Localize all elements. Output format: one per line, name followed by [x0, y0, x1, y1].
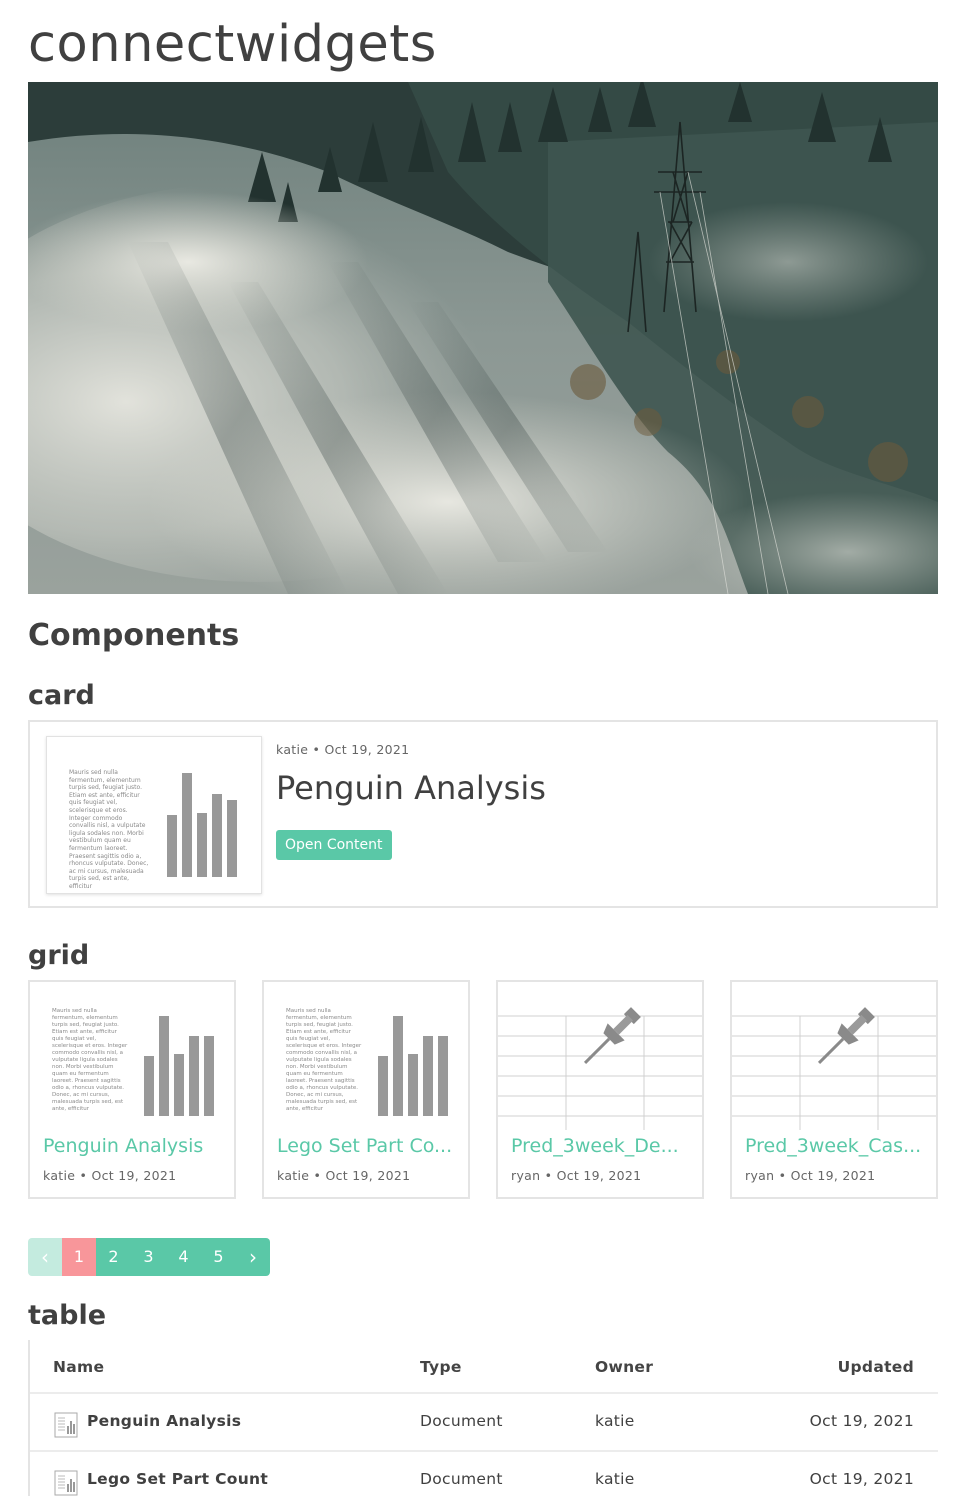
row-updated: Oct 19, 2021	[809, 1470, 914, 1488]
open-content-button[interactable]: Open Content	[276, 830, 392, 860]
column-header-updated[interactable]: Updated	[838, 1340, 914, 1394]
site-title: connectwidgets	[28, 15, 437, 74]
thumbnail-text: Mauris sed nulla fermentum, elementum tu…	[286, 1008, 362, 1112]
pagination: ‹ 1 2 3 4 5 ›	[28, 1238, 270, 1276]
grid-item-title[interactable]: Lego Set Part Co...	[277, 1135, 461, 1157]
grid-item-title[interactable]: Pred_3week_Cas...	[745, 1135, 929, 1157]
table-section-heading: table	[28, 1300, 107, 1331]
pagination-page-3[interactable]: 3	[131, 1238, 166, 1276]
grid-thumbnail: Mauris sed nulla fermentum, elementum tu…	[264, 982, 468, 1130]
pagination-prev-button[interactable]: ‹	[28, 1238, 62, 1276]
bar-chart-icon	[378, 1016, 448, 1116]
components-heading: Components	[28, 618, 240, 653]
content-card: Mauris sed nulla fermentum, elementum tu…	[28, 720, 938, 908]
grid-item-date: Oct 19, 2021	[325, 1168, 411, 1183]
pagination-page-1[interactable]: 1	[62, 1238, 96, 1276]
document-icon	[54, 1412, 78, 1438]
misty-forest-image	[28, 82, 938, 594]
card-thumbnail: Mauris sed nulla fermentum, elementum tu…	[46, 736, 262, 894]
pagination-page-2[interactable]: 2	[96, 1238, 131, 1276]
grid-item-meta: katie • Oct 19, 2021	[277, 1168, 411, 1183]
grid-thumbnail: Mauris sed nulla fermentum, elementum tu…	[30, 982, 234, 1130]
grid-item-title[interactable]: Penguin Analysis	[43, 1135, 227, 1157]
grid-item-date: Oct 19, 2021	[556, 1168, 642, 1183]
grid-item[interactable]: Mauris sed nulla fermentum, elementum tu…	[28, 980, 236, 1199]
grid-item[interactable]: Mauris sed nulla fermentum, elementum tu…	[262, 980, 470, 1199]
grid-item-date: Oct 19, 2021	[91, 1168, 177, 1183]
thumbnail-text: Mauris sed nulla fermentum, elementum tu…	[69, 769, 149, 890]
content-table: Name Type Owner Updated Penguin Analysis…	[28, 1340, 938, 1496]
grid-item[interactable]: Pred_3week_De... ryan • Oct 19, 2021	[496, 980, 704, 1199]
row-updated: Oct 19, 2021	[809, 1412, 914, 1430]
grid-item-meta: ryan • Oct 19, 2021	[511, 1168, 642, 1183]
table-row[interactable]: Lego Set Part Count Document katie Oct 1…	[30, 1452, 938, 1496]
grid-item-owner: ryan	[745, 1168, 775, 1183]
column-header-name[interactable]: Name	[53, 1340, 104, 1394]
pagination-page-4[interactable]: 4	[166, 1238, 201, 1276]
grid-thumbnail	[498, 982, 702, 1130]
grid-item-meta: katie • Oct 19, 2021	[43, 1168, 177, 1183]
row-name[interactable]: Penguin Analysis	[87, 1392, 241, 1450]
row-type: Document	[420, 1412, 503, 1430]
grid-thumbnail	[732, 982, 936, 1130]
card-date: Oct 19, 2021	[324, 742, 410, 757]
row-owner: katie	[595, 1412, 635, 1430]
bar-chart-icon	[167, 773, 237, 877]
table-row[interactable]: Penguin Analysis Document katie Oct 19, …	[30, 1394, 938, 1452]
pinned-table-icon	[498, 1007, 702, 1130]
grid-item-date: Oct 19, 2021	[790, 1168, 876, 1183]
grid-item-owner: katie	[277, 1168, 310, 1183]
card-owner: katie	[276, 742, 309, 757]
column-header-type[interactable]: Type	[420, 1340, 462, 1394]
grid-item-owner: ryan	[511, 1168, 541, 1183]
row-type: Document	[420, 1470, 503, 1488]
table-header-row: Name Type Owner Updated	[30, 1340, 938, 1394]
card-meta: katie • Oct 19, 2021	[276, 742, 410, 757]
row-name[interactable]: Lego Set Part Count	[87, 1450, 268, 1496]
grid-item[interactable]: Pred_3week_Cas... ryan • Oct 19, 2021	[730, 980, 938, 1199]
grid-section-heading: grid	[28, 940, 90, 971]
thumbnail-text: Mauris sed nulla fermentum, elementum tu…	[52, 1008, 128, 1112]
grid-item-meta: ryan • Oct 19, 2021	[745, 1168, 876, 1183]
column-header-owner[interactable]: Owner	[595, 1340, 653, 1394]
grid-item-owner: katie	[43, 1168, 76, 1183]
hero-image	[28, 82, 938, 594]
card-title: Penguin Analysis	[276, 769, 546, 807]
bar-chart-icon	[144, 1016, 214, 1116]
grid-item-title[interactable]: Pred_3week_De...	[511, 1135, 695, 1157]
pagination-page-5[interactable]: 5	[201, 1238, 236, 1276]
row-owner: katie	[595, 1470, 635, 1488]
document-icon	[54, 1470, 78, 1496]
pinned-table-icon	[732, 1007, 936, 1130]
card-section-heading: card	[28, 680, 95, 711]
pagination-next-button[interactable]: ›	[236, 1238, 270, 1276]
